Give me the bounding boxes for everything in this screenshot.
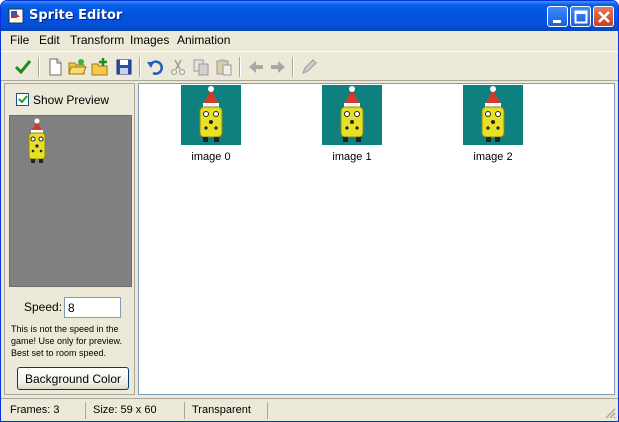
image-label: image 0 bbox=[191, 151, 231, 163]
toolbar-separator bbox=[239, 57, 241, 77]
maximize-button[interactable] bbox=[570, 6, 591, 27]
image-thumbnail bbox=[463, 85, 523, 145]
image-label: image 1 bbox=[332, 151, 372, 163]
save-icon[interactable] bbox=[114, 57, 134, 77]
animation-preview bbox=[9, 115, 132, 287]
open-folder-icon[interactable] bbox=[67, 57, 87, 77]
menu-edit[interactable]: Edit bbox=[39, 33, 60, 47]
minimize-button[interactable] bbox=[547, 6, 568, 27]
preview-panel: Show Preview Speed: This is not the spee… bbox=[4, 83, 135, 395]
speed-input[interactable] bbox=[64, 297, 121, 318]
toolbar-separator bbox=[292, 57, 294, 77]
image-label: image 2 bbox=[473, 151, 513, 163]
new-file-icon[interactable] bbox=[45, 57, 65, 77]
speed-label: Speed: bbox=[24, 300, 63, 314]
arrow-right-icon[interactable] bbox=[268, 57, 288, 77]
add-from-file-icon[interactable] bbox=[90, 57, 110, 77]
copy-icon[interactable] bbox=[191, 57, 211, 77]
app-icon bbox=[8, 8, 24, 24]
image-thumbnail bbox=[181, 85, 241, 145]
close-button[interactable] bbox=[593, 6, 614, 27]
toolbar-separator bbox=[139, 57, 141, 77]
status-bar: Frames: 3 Size: 59 x 60 Transparent bbox=[1, 398, 618, 421]
status-frames: Frames: 3 bbox=[6, 402, 86, 419]
sprite-editor-window: Sprite Editor File Edit Transform Images… bbox=[0, 0, 619, 422]
status-size: Size: 59 x 60 bbox=[89, 402, 185, 419]
window-title: Sprite Editor bbox=[29, 8, 123, 23]
menu-file[interactable]: File bbox=[10, 33, 29, 47]
show-preview-label: Show Preview bbox=[33, 93, 110, 107]
show-preview-checkbox[interactable] bbox=[16, 93, 29, 106]
menu-images[interactable]: Images bbox=[130, 33, 169, 47]
image-thumbnail bbox=[322, 85, 382, 145]
title-bar[interactable]: Sprite Editor bbox=[1, 1, 618, 31]
paste-icon[interactable] bbox=[214, 57, 234, 77]
menu-bar: File Edit Transform Images Animation bbox=[1, 31, 618, 50]
cut-icon[interactable] bbox=[168, 57, 188, 77]
confirm-check-icon[interactable] bbox=[13, 57, 33, 77]
menu-transform[interactable]: Transform bbox=[70, 33, 124, 47]
resize-grip-icon[interactable] bbox=[604, 407, 616, 419]
preview-sprite bbox=[28, 118, 46, 163]
toolbar-separator bbox=[38, 57, 40, 77]
menu-animation[interactable]: Animation bbox=[177, 33, 230, 47]
status-transparency: Transparent bbox=[188, 402, 268, 419]
sprite-image-1[interactable]: image 1 bbox=[312, 85, 392, 165]
sprite-image-0[interactable]: image 0 bbox=[171, 85, 251, 165]
background-color-button[interactable]: Background Color bbox=[17, 367, 129, 390]
pencil-icon[interactable] bbox=[299, 57, 319, 77]
sprite-images-area: image 0 image 1 image 2 bbox=[138, 83, 615, 395]
undo-icon[interactable] bbox=[145, 57, 165, 77]
toolbar bbox=[1, 51, 618, 81]
sprite-image-2[interactable]: image 2 bbox=[453, 85, 533, 165]
speed-note: This is not the speed in the game! Use o… bbox=[11, 324, 123, 358]
arrow-left-icon[interactable] bbox=[246, 57, 266, 77]
